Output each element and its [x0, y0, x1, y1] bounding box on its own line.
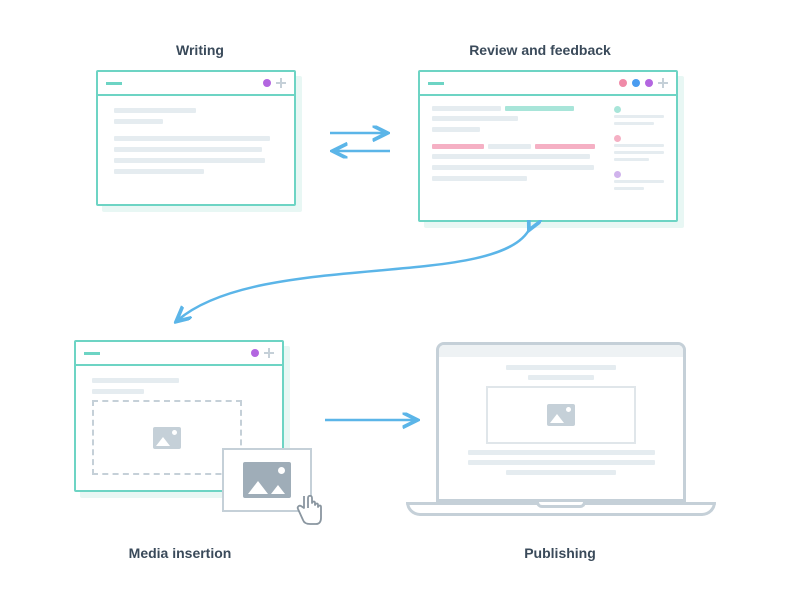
publishing-label: Publishing — [480, 545, 640, 561]
text-line — [432, 154, 590, 159]
text-line — [114, 158, 265, 163]
menu-icon — [428, 82, 444, 85]
text-line — [488, 144, 531, 149]
text-line — [432, 106, 501, 111]
text-line — [432, 176, 527, 181]
writing-window — [96, 70, 296, 206]
window-controls — [263, 78, 286, 88]
comment-line — [614, 151, 664, 154]
arrow-right-icon — [320, 410, 430, 430]
published-image — [486, 386, 636, 444]
comment-line — [614, 158, 649, 161]
window-header — [76, 342, 282, 366]
text-line — [114, 108, 196, 113]
text-line — [92, 378, 179, 383]
curved-arrow-icon — [160, 220, 560, 340]
comment-line — [614, 180, 664, 183]
laptop-base — [406, 502, 716, 516]
text-line — [114, 119, 163, 124]
image-icon — [243, 462, 291, 498]
review-comments — [614, 106, 664, 194]
media-label: Media insertion — [100, 545, 260, 561]
text-line — [432, 127, 480, 132]
window-header — [98, 72, 294, 96]
review-label: Review and feedback — [440, 42, 640, 58]
plus-icon — [658, 78, 668, 88]
text-line — [114, 147, 262, 152]
window-body — [98, 96, 294, 192]
window-controls — [251, 348, 274, 358]
window-body — [420, 96, 676, 204]
text-line — [468, 460, 655, 465]
menu-icon — [106, 82, 122, 85]
dot-icon — [645, 79, 653, 87]
comment-marker — [614, 106, 621, 113]
text-line — [114, 136, 270, 141]
laptop — [436, 342, 716, 516]
bidirectional-arrow-icon — [320, 118, 400, 168]
writing-label: Writing — [140, 42, 260, 58]
text-line — [506, 470, 616, 475]
text-line — [432, 116, 518, 121]
highlight-teal — [505, 106, 574, 111]
laptop-notch — [536, 502, 586, 508]
comment-line — [614, 187, 644, 190]
image-icon — [547, 404, 575, 426]
dot-icon — [632, 79, 640, 87]
window-controls — [619, 78, 668, 88]
review-window — [418, 70, 678, 222]
plus-icon — [264, 348, 274, 358]
laptop-screen — [436, 342, 686, 502]
text-line — [528, 375, 594, 380]
pointer-cursor-icon — [296, 494, 324, 526]
text-line — [468, 450, 655, 455]
comment-line — [614, 144, 664, 147]
comment-line — [614, 122, 654, 125]
dot-icon — [619, 79, 627, 87]
dot-icon — [263, 79, 271, 87]
text-line — [506, 365, 616, 370]
text-line — [92, 389, 144, 394]
highlight-pink — [432, 144, 484, 149]
review-content — [432, 106, 604, 194]
dot-icon — [251, 349, 259, 357]
browser-chrome — [439, 345, 683, 357]
comment-marker — [614, 135, 621, 142]
window-header — [420, 72, 676, 96]
image-dropzone — [92, 400, 242, 475]
menu-icon — [84, 352, 100, 355]
text-line — [114, 169, 204, 174]
image-icon — [153, 427, 181, 449]
comment-line — [614, 115, 664, 118]
highlight-pink — [535, 144, 595, 149]
plus-icon — [276, 78, 286, 88]
comment-marker — [614, 171, 621, 178]
text-line — [432, 165, 594, 170]
